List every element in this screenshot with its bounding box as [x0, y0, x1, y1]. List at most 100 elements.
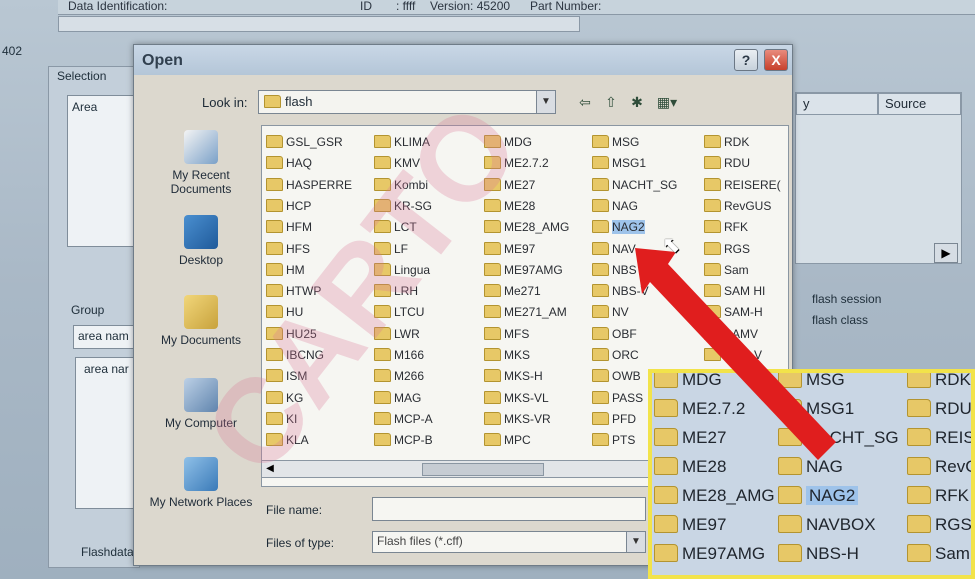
folder-item[interactable]: ME271_AM: [484, 304, 567, 320]
back-icon[interactable]: ⇦: [574, 93, 596, 111]
folder-item[interactable]: GSL_GSR: [266, 134, 343, 150]
dialog-title-bar[interactable]: Open ? X: [134, 45, 792, 75]
folder-item[interactable]: SAM HI: [704, 283, 765, 299]
folder-item[interactable]: REISERE(: [704, 177, 781, 193]
folder-item[interactable]: SAM-V: [704, 347, 762, 363]
place-network[interactable]: My Network Places: [142, 457, 260, 509]
folder-item[interactable]: RDK: [704, 134, 749, 150]
folder-item[interactable]: ME97AMG: [484, 262, 563, 278]
background-scrollbar[interactable]: [58, 16, 580, 32]
folder-item[interactable]: OWB: [592, 368, 641, 384]
folder-item[interactable]: HAQ: [266, 155, 312, 171]
folder-item[interactable]: MCP-B: [374, 432, 433, 448]
file-name-input[interactable]: [372, 497, 646, 521]
folder-item[interactable]: RFK: [704, 219, 748, 235]
chevron-down-icon[interactable]: ▼: [536, 91, 555, 113]
look-in-dropdown[interactable]: flash ▼: [258, 90, 556, 114]
folder-item[interactable]: KI: [266, 411, 297, 427]
folder-item[interactable]: LRH: [374, 283, 418, 299]
close-button[interactable]: X: [764, 49, 788, 71]
folder-item[interactable]: HU: [266, 304, 303, 320]
scroll-right-icon[interactable]: ▶: [934, 243, 958, 263]
folder-item[interactable]: MSG: [592, 134, 639, 150]
place-recent-documents[interactable]: My Recent Documents: [142, 130, 260, 196]
folder-item[interactable]: MKS-VR: [484, 411, 551, 427]
folder-item[interactable]: KLA: [266, 432, 309, 448]
folder-item[interactable]: Sam: [704, 262, 749, 278]
folder-item[interactable]: NAG: [592, 198, 638, 214]
folder-item[interactable]: RDU: [704, 155, 750, 171]
folder-item[interactable]: MAG: [374, 390, 421, 406]
folder-item[interactable]: HASPERRE: [266, 177, 352, 193]
folder-item[interactable]: KMV: [374, 155, 420, 171]
folder-item[interactable]: PASS: [592, 390, 643, 406]
view-menu-icon[interactable]: ▦▾: [652, 93, 682, 111]
folder-item[interactable]: SAMV: [704, 326, 758, 342]
place-desktop[interactable]: Desktop: [142, 215, 260, 267]
folder-item[interactable]: RevGUS: [704, 198, 771, 214]
chevron-down-icon[interactable]: ▼: [626, 532, 645, 552]
scroll-left-icon[interactable]: ◀: [262, 461, 278, 477]
zoomed-folder-name: RDK: [935, 370, 971, 389]
folder-item[interactable]: KR-SG: [374, 198, 432, 214]
folder-item[interactable]: NBS: [592, 262, 637, 278]
source-header[interactable]: Source: [878, 93, 961, 115]
folder-item[interactable]: LTCU: [374, 304, 424, 320]
folder-icon: [704, 135, 721, 148]
folder-item[interactable]: ORC: [592, 347, 639, 363]
folder-item[interactable]: NAV: [592, 241, 636, 257]
folder-item[interactable]: HTWP: [266, 283, 321, 299]
folder-item[interactable]: Me271: [484, 283, 541, 299]
folder-item[interactable]: LF: [374, 241, 408, 257]
folder-item[interactable]: LWR: [374, 326, 420, 342]
folder-item[interactable]: HFM: [266, 219, 312, 235]
folder-item[interactable]: IBCNG: [266, 347, 324, 363]
folder-item[interactable]: KLIMA: [374, 134, 430, 150]
folder-item[interactable]: Lingua: [374, 262, 430, 278]
y-header[interactable]: y: [796, 93, 878, 115]
new-folder-icon[interactable]: ✱: [626, 93, 648, 111]
area-list[interactable]: Area: [67, 95, 139, 247]
folder-item[interactable]: MFS: [484, 326, 529, 342]
folder-item[interactable]: LCT: [374, 219, 417, 235]
look-in-label: Look in:: [202, 95, 248, 110]
folder-item[interactable]: HU25: [266, 326, 317, 342]
folder-item[interactable]: ME28_AMG: [484, 219, 569, 235]
folder-item[interactable]: MKS-VL: [484, 390, 549, 406]
folder-item[interactable]: MDG: [484, 134, 532, 150]
folder-item[interactable]: NAG2: [592, 219, 645, 235]
folder-item[interactable]: KG: [266, 390, 303, 406]
place-my-computer[interactable]: My Computer: [142, 378, 260, 430]
help-button[interactable]: ?: [734, 49, 758, 71]
folder-item[interactable]: NACHT_SG: [592, 177, 677, 193]
scroll-thumb[interactable]: [422, 463, 544, 476]
folder-item[interactable]: ISM: [266, 368, 307, 384]
folder-item[interactable]: ME97: [484, 241, 535, 257]
folder-item[interactable]: OBF: [592, 326, 637, 342]
folder-item[interactable]: MKS-H: [484, 368, 543, 384]
folder-item[interactable]: M166: [374, 347, 424, 363]
folder-item[interactable]: HFS: [266, 241, 310, 257]
folder-item[interactable]: M266: [374, 368, 424, 384]
place-my-documents[interactable]: My Documents: [142, 295, 260, 347]
folder-item[interactable]: ME2.7.2: [484, 155, 549, 171]
folder-item[interactable]: HCP: [266, 198, 311, 214]
folder-item[interactable]: SAM-H: [704, 304, 763, 320]
folder-item[interactable]: MPC: [484, 432, 531, 448]
folder-item[interactable]: PTS: [592, 432, 635, 448]
area-name-field-1[interactable]: area nam: [73, 325, 139, 349]
folder-item[interactable]: MSG1: [592, 155, 646, 171]
folder-item[interactable]: RGS: [704, 241, 750, 257]
area-name-list[interactable]: area nar: [75, 357, 139, 509]
folder-item[interactable]: ME28: [484, 198, 535, 214]
folder-item[interactable]: MCP-A: [374, 411, 433, 427]
folder-item[interactable]: Kombi: [374, 177, 428, 193]
folder-item[interactable]: MKS: [484, 347, 530, 363]
up-folder-icon[interactable]: ⇧: [600, 93, 622, 111]
files-of-type-dropdown[interactable]: Flash files (*.cff) ▼: [372, 531, 646, 553]
folder-item[interactable]: PFD: [592, 411, 636, 427]
folder-item[interactable]: HM: [266, 262, 305, 278]
folder-item[interactable]: ME27: [484, 177, 535, 193]
folder-item[interactable]: NBS-V: [592, 283, 649, 299]
folder-item[interactable]: NV: [592, 304, 629, 320]
